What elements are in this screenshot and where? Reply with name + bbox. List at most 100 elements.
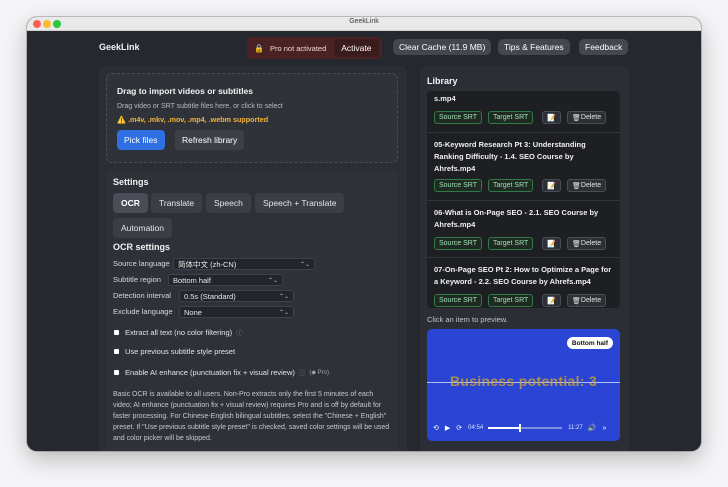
- pro-badge: (◆ Pro): [309, 369, 330, 376]
- tab-ocr[interactable]: OCR: [113, 193, 148, 213]
- subtitle-region-label: Subtitle region: [113, 275, 161, 284]
- app-content: GeekLink 🔒 Pro not activated Activate Cl…: [27, 31, 701, 451]
- edit-icon[interactable]: 📝: [542, 237, 561, 250]
- item-title: s.mp4: [434, 94, 456, 103]
- play-icon[interactable]: ▶: [445, 424, 450, 432]
- extract-all-text-checkbox[interactable]: Extract all text (no color filtering) ⓘ: [114, 327, 243, 337]
- warning-icon: ⚠️: [117, 115, 128, 124]
- volume-icon[interactable]: 🔊: [588, 424, 597, 432]
- skip-icon[interactable]: »: [602, 425, 606, 432]
- exclude-language-select[interactable]: None ⌃⌄: [179, 306, 294, 318]
- exclude-language-label: Exclude language: [113, 307, 173, 316]
- seek-bar[interactable]: [488, 424, 563, 432]
- item-title: 07-On-Page SEO Pt 2: How to Optimize a P…: [434, 265, 612, 286]
- pro-status-text: Pro not activated: [269, 43, 327, 53]
- region-badge: Bottom half: [566, 337, 613, 349]
- preview-hint: Click an item to preview.: [427, 315, 508, 324]
- clear-cache-button[interactable]: Clear Cache (11.9 MB): [393, 39, 492, 55]
- info-icon[interactable]: ⓘ: [236, 327, 243, 337]
- target-srt-button[interactable]: Target SRT: [488, 237, 534, 250]
- ai-enhance-checkbox[interactable]: Enable AI enhance (punctuation fix + vis…: [114, 367, 329, 377]
- list-item[interactable]: 05-Keyword Research Pt 3: Understanding …: [427, 133, 620, 201]
- source-srt-button[interactable]: Source SRT: [434, 294, 482, 307]
- detection-interval-value: 0.5s (Standard): [184, 291, 236, 301]
- feedback-button[interactable]: Feedback: [579, 39, 629, 55]
- checkbox[interactable]: [114, 349, 119, 354]
- edit-icon[interactable]: 📝: [542, 179, 561, 192]
- library-list[interactable]: s.mp4 Source SRT Target SRT 📝 🗑 Delete 0…: [427, 91, 620, 308]
- list-item[interactable]: 07-On-Page SEO Pt 2: How to Optimize a P…: [427, 258, 620, 308]
- trash-icon: 🗑: [572, 297, 581, 305]
- video-subtitle-text: Business potential: 3: [449, 373, 598, 389]
- title-bar: GeekLink: [27, 17, 701, 31]
- pro-status-box: 🔒 Pro not activated Activate: [247, 37, 382, 59]
- source-srt-button[interactable]: Source SRT: [434, 237, 482, 250]
- use-previous-preset-checkbox[interactable]: Use previous subtitle style preset: [114, 347, 235, 356]
- drop-zone-title: Drag to import videos or subtitles: [117, 86, 254, 96]
- app-window: GeekLink GeekLink 🔒 Pro not activated Ac…: [27, 17, 701, 451]
- video-preview[interactable]: Bottom half Business potential: 3 ⟲ ▶ ⟳ …: [427, 329, 620, 441]
- tab-translate[interactable]: Translate: [151, 193, 203, 213]
- detection-interval-select[interactable]: 0.5s (Standard) ⌃⌄: [179, 290, 294, 302]
- forward-icon[interactable]: ⟳: [456, 424, 462, 432]
- rewind-icon[interactable]: ⟲: [433, 424, 439, 432]
- left-panel: Drag to import videos or subtitles Drag …: [98, 66, 407, 451]
- video-controls: ⟲ ▶ ⟳ 04:54 11:27 🔊 »: [433, 421, 614, 435]
- delete-label: Delete: [580, 297, 602, 304]
- source-language-value: 简体中文 (zh-CN): [178, 259, 237, 269]
- chevron-updown-icon: ⌃⌄: [299, 261, 310, 268]
- lock-icon: 🔒: [254, 43, 264, 53]
- target-srt-button[interactable]: Target SRT: [488, 179, 534, 192]
- subtitle-region-select[interactable]: Bottom half ⌃⌄: [168, 274, 283, 286]
- list-item[interactable]: 06-What is On-Page SEO - 2.1. SEO Course…: [427, 201, 620, 258]
- settings-panel: Settings OCR Translate Speech Speech + T…: [106, 170, 398, 451]
- trash-icon: 🗑: [572, 182, 581, 190]
- delete-button[interactable]: 🗑 Delete: [567, 294, 607, 307]
- delete-label: Delete: [580, 182, 602, 189]
- drop-zone[interactable]: Drag to import videos or subtitles Drag …: [106, 73, 398, 163]
- ocr-note: Basic OCR is available to all users. Non…: [113, 391, 390, 442]
- window-title: GeekLink: [349, 18, 379, 25]
- delete-button[interactable]: 🗑 Delete: [567, 237, 607, 250]
- source-srt-button[interactable]: Source SRT: [434, 179, 482, 192]
- item-title: 06-What is On-Page SEO - 2.1. SEO Course…: [434, 208, 599, 229]
- tips-features-button[interactable]: Tips & Features: [498, 39, 570, 55]
- pick-files-button[interactable]: Pick files: [117, 130, 165, 150]
- source-srt-button[interactable]: Source SRT: [434, 111, 482, 124]
- current-time: 04:54: [468, 425, 484, 431]
- trash-icon: 🗑: [572, 114, 581, 122]
- delete-label: Delete: [580, 240, 602, 247]
- tab-speech[interactable]: Speech: [206, 193, 251, 213]
- checkbox[interactable]: [114, 369, 119, 375]
- chevron-updown-icon: ⌃⌄: [267, 277, 278, 284]
- edit-icon[interactable]: 📝: [542, 294, 561, 307]
- duration: 11:27: [568, 425, 583, 431]
- subtitle-region-value: Bottom half: [173, 275, 211, 285]
- trash-icon: 🗑: [572, 240, 581, 248]
- edit-icon[interactable]: 📝: [542, 111, 561, 124]
- target-srt-button[interactable]: Target SRT: [488, 111, 534, 124]
- seek-bar-fill: [488, 427, 520, 429]
- tab-automation[interactable]: Automation: [113, 218, 172, 238]
- seek-bar-knob[interactable]: [518, 424, 521, 432]
- use-previous-preset-label: Use previous subtitle style preset: [125, 347, 236, 356]
- delete-button[interactable]: 🗑 Delete: [567, 179, 607, 192]
- refresh-library-button[interactable]: Refresh library: [175, 130, 245, 150]
- header: GeekLink 🔒 Pro not activated Activate Cl…: [27, 31, 701, 63]
- supported-formats: ⚠️ .m4v, .mkv, .mov, .mp4, .webm support…: [117, 115, 268, 124]
- info-icon[interactable]: ⓘ: [299, 367, 306, 377]
- detection-interval-label: Detection interval: [113, 291, 171, 300]
- delete-button[interactable]: 🗑 Delete: [567, 111, 607, 124]
- brand-name: GeekLink: [99, 42, 140, 52]
- supported-formats-text: .m4v, .mkv, .mov, .mp4, .webm supported: [127, 115, 269, 124]
- library-panel: Library s.mp4 Source SRT Target SRT 📝 🗑 …: [420, 66, 629, 451]
- tab-speech-translate[interactable]: Speech + Translate: [255, 193, 345, 213]
- target-srt-button[interactable]: Target SRT: [488, 294, 534, 307]
- chevron-updown-icon: ⌃⌄: [278, 309, 289, 316]
- item-title: 05-Keyword Research Pt 3: Understanding …: [434, 140, 586, 173]
- checkbox[interactable]: [114, 329, 119, 335]
- source-language-select[interactable]: 简体中文 (zh-CN) ⌃⌄: [173, 258, 315, 270]
- list-item[interactable]: s.mp4 Source SRT Target SRT 📝 🗑 Delete: [427, 91, 620, 133]
- chevron-updown-icon: ⌃⌄: [278, 293, 289, 300]
- activate-button[interactable]: Activate: [334, 39, 379, 57]
